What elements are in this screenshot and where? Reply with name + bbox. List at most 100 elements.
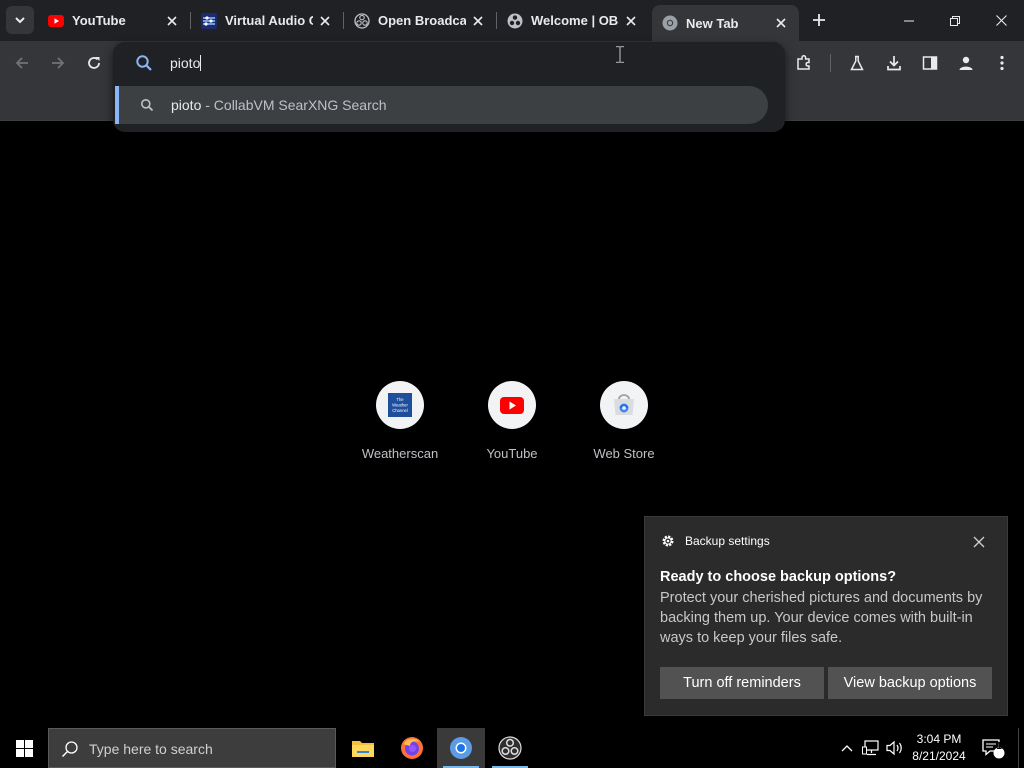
start-button[interactable] (0, 728, 48, 768)
downloads-button[interactable] (881, 50, 907, 76)
svg-text:Weather: Weather (392, 403, 408, 408)
menu-button[interactable] (989, 50, 1015, 76)
taskbar-file-explorer[interactable] (339, 728, 387, 768)
clock-time: 3:04 PM (916, 732, 962, 746)
tab-virtual-audio[interactable]: Virtual Audio C (191, 0, 343, 41)
suggestion-source: - CollabVM SearXNG Search (201, 97, 387, 113)
shortcut-label: Weatherscan (361, 446, 439, 461)
restore-button[interactable] (932, 0, 978, 41)
youtube-icon (488, 381, 536, 429)
action-center-button[interactable]: 1 (978, 728, 1008, 768)
gear-icon (662, 535, 674, 547)
minimize-icon (904, 20, 914, 21)
notification-close-button[interactable] (972, 535, 986, 549)
speaker-icon (886, 740, 902, 756)
vb-audio-icon (201, 12, 217, 29)
tab-new-tab[interactable]: New Tab (652, 5, 799, 41)
file-explorer-icon (352, 741, 374, 757)
notification-header: Backup settings (661, 534, 770, 548)
network-status[interactable] (860, 728, 882, 768)
youtube-icon (48, 13, 64, 29)
taskbar-search-box[interactable]: Type here to search (48, 728, 336, 768)
restore-icon (950, 15, 960, 26)
plus-icon (813, 14, 825, 26)
turn-off-reminders-button[interactable]: Turn off reminders (660, 667, 824, 699)
download-icon (887, 56, 901, 71)
backup-notification[interactable]: Backup settings Ready to choose backup o… (644, 516, 1008, 716)
close-icon[interactable] (773, 15, 789, 31)
toolbar-separator (830, 54, 831, 72)
new-tab-button[interactable] (808, 9, 830, 31)
tab-open-broadcaster[interactable]: Open Broadcas (344, 0, 496, 41)
tab-search-button[interactable] (6, 6, 34, 34)
labs-button[interactable] (844, 50, 870, 76)
tab-title: Welcome | OBS (531, 13, 619, 28)
search-icon (61, 740, 79, 758)
taskbar-clock[interactable]: 3:04 PM 8/21/2024 (908, 731, 970, 765)
obs-icon (507, 13, 523, 29)
firefox-icon (401, 737, 423, 759)
close-icon (995, 15, 1007, 26)
tab-welcome-obs[interactable]: Welcome | OBS (497, 0, 649, 41)
svg-text:The: The (396, 397, 404, 402)
chevron-down-icon (15, 17, 25, 24)
side-panel-button[interactable] (917, 50, 943, 76)
person-icon (959, 56, 973, 70)
tab-title: YouTube (72, 13, 126, 28)
minimize-button[interactable] (886, 0, 932, 41)
tab-title: Open Broadcas (378, 13, 466, 28)
arrow-left-icon (15, 57, 28, 69)
reload-button[interactable] (81, 50, 107, 76)
text-cursor-icon (616, 46, 624, 63)
taskbar-firefox[interactable] (388, 728, 436, 768)
suggestion-text: pioto - CollabVM SearXNG Search (171, 97, 387, 113)
close-icon[interactable] (470, 13, 486, 29)
shortcut-weatherscan[interactable]: The Weather Channel Weatherscan (344, 381, 456, 471)
flask-icon (850, 55, 864, 71)
address-input-value: pioto (170, 55, 201, 71)
shortcut-youtube[interactable]: YouTube (456, 381, 568, 471)
weather-channel-icon: The Weather Channel (376, 381, 424, 429)
close-icon[interactable] (623, 13, 639, 29)
puzzle-icon (797, 54, 810, 70)
taskbar-obs[interactable] (486, 728, 534, 768)
taskbar-chrome[interactable] (437, 728, 485, 768)
close-icon (973, 536, 985, 548)
view-backup-options-button[interactable]: View backup options (828, 667, 992, 699)
omnibox-suggestion[interactable]: pioto - CollabVM SearXNG Search (115, 86, 768, 124)
taskbar-search-placeholder: Type here to search (89, 741, 213, 757)
forward-button[interactable] (45, 50, 71, 76)
close-window-button[interactable] (978, 0, 1024, 41)
address-bar[interactable]: pioto (113, 42, 785, 84)
shortcut-web-store[interactable]: Web Store (568, 381, 680, 471)
volume-control[interactable] (884, 728, 906, 768)
notification-body: Protect your cherished pictures and docu… (660, 590, 983, 646)
web-store-icon (600, 381, 648, 429)
windows-logo-icon (15, 739, 33, 757)
chrome-icon (450, 737, 472, 759)
search-icon (140, 98, 154, 112)
tab-youtube[interactable]: YouTube (38, 0, 190, 41)
shortcut-label: YouTube (486, 446, 538, 461)
extensions-button[interactable] (791, 50, 817, 76)
show-desktop-button[interactable] (1018, 728, 1024, 768)
close-icon[interactable] (317, 13, 333, 29)
notification-app-name: Backup settings (685, 534, 770, 548)
close-icon[interactable] (164, 13, 180, 29)
arrow-right-icon (52, 57, 65, 69)
search-icon (135, 54, 153, 72)
tab-title: Virtual Audio C (225, 13, 313, 28)
profile-button[interactable] (953, 50, 979, 76)
address-input[interactable]: pioto (170, 55, 202, 71)
show-hidden-icons-button[interactable] (838, 728, 856, 768)
side-panel-icon (922, 56, 938, 70)
suggestion-query: pioto (171, 97, 202, 113)
obs-icon (498, 736, 522, 760)
back-button[interactable] (9, 50, 35, 76)
network-icon (862, 740, 879, 756)
notification-title: Ready to choose backup options? (660, 569, 897, 585)
chrome-icon (662, 15, 678, 31)
reload-icon (88, 57, 100, 69)
clock-date: 8/21/2024 (912, 749, 966, 763)
kebab-menu-icon (1000, 55, 1004, 71)
